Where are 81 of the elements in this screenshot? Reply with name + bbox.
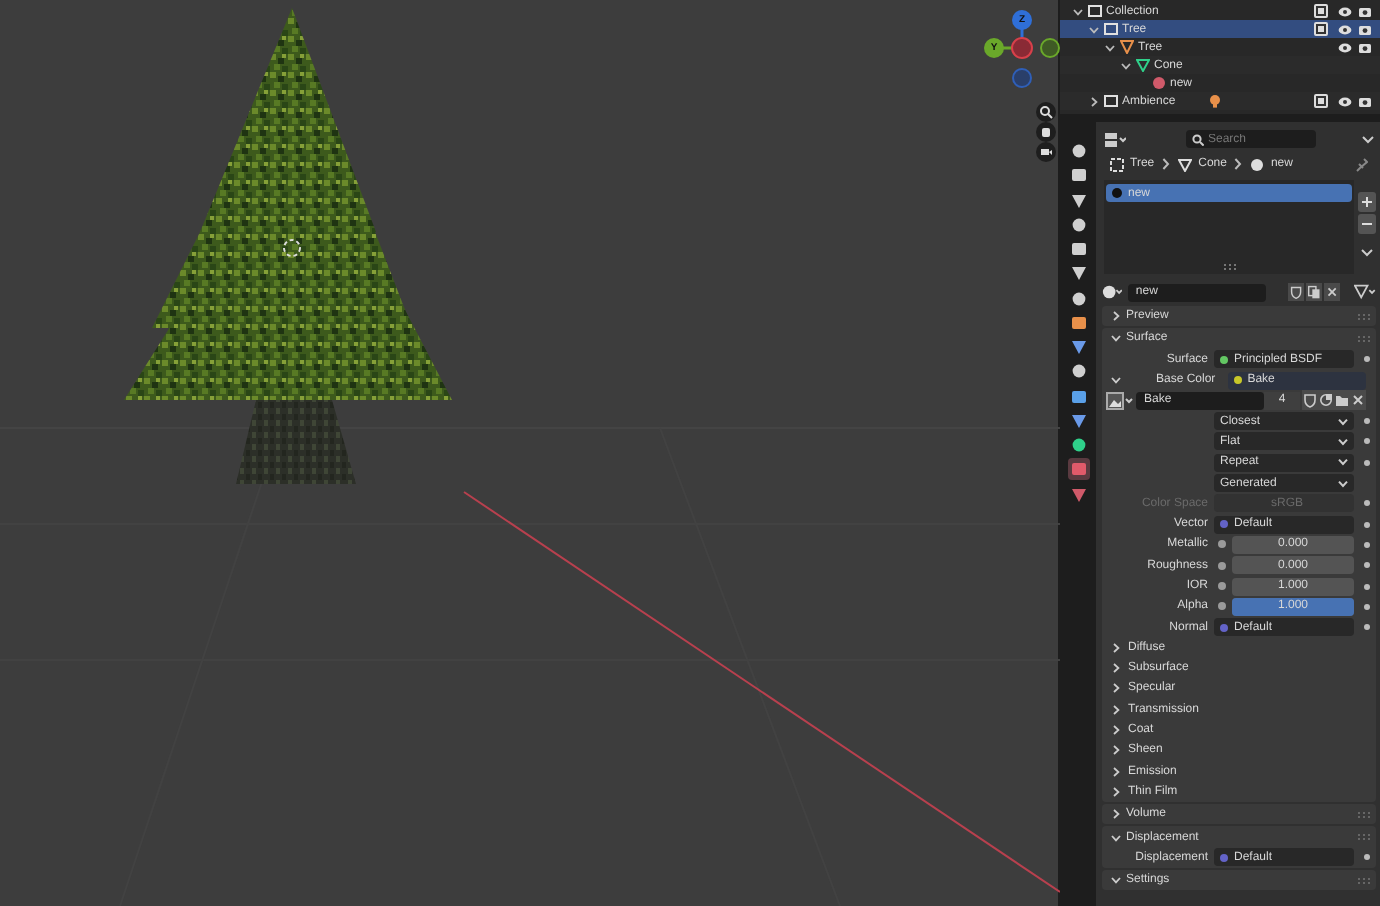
camera-icon[interactable] xyxy=(1358,95,1372,107)
keyframe-dot-icon[interactable] xyxy=(1364,418,1370,425)
light-bulb-icon[interactable] xyxy=(1207,94,1222,108)
keyframe-dot-icon[interactable] xyxy=(1364,562,1370,569)
property-tab-icon[interactable] xyxy=(1067,311,1089,334)
new-image-icon[interactable] xyxy=(1318,390,1334,411)
dashed-square-icon xyxy=(1110,157,1124,171)
material-sphere-icon[interactable] xyxy=(1102,284,1122,300)
close-icon[interactable] xyxy=(1324,282,1341,302)
chevron-right-icon xyxy=(1234,158,1243,170)
property-tab-icon[interactable] xyxy=(1067,409,1089,432)
socket-dot-icon xyxy=(1218,561,1226,570)
shield-icon[interactable] xyxy=(1287,282,1304,302)
disclosure-icon[interactable] xyxy=(1088,23,1100,35)
property-tab-icon[interactable] xyxy=(1067,385,1089,407)
socket-dot-icon xyxy=(1218,540,1226,549)
keyframe-dot-icon[interactable] xyxy=(1364,624,1370,631)
property-tab-icon[interactable] xyxy=(1067,140,1089,162)
box-icon xyxy=(1104,94,1118,108)
chevron-right-icon xyxy=(1162,158,1171,170)
disclosure-icon xyxy=(1110,874,1122,887)
node-tree-icon[interactable] xyxy=(1354,284,1376,300)
keyframe-dot-icon[interactable] xyxy=(1364,541,1370,548)
disclosure-icon[interactable] xyxy=(1088,95,1100,107)
eye-icon[interactable] xyxy=(1338,95,1352,107)
keyframe-dot-icon[interactable] xyxy=(1364,438,1370,445)
3d-cursor-icon[interactable] xyxy=(283,239,301,257)
checkbox[interactable] xyxy=(1314,4,1328,18)
chevron-down-icon xyxy=(1338,417,1348,426)
chevron-down-icon xyxy=(1338,437,1348,446)
keyframe-dot-icon[interactable] xyxy=(1364,500,1370,507)
sphere-icon xyxy=(1152,76,1166,90)
triangle-icon xyxy=(1178,157,1193,171)
camera-icon[interactable] xyxy=(1358,23,1372,35)
keyframe-dot-icon[interactable] xyxy=(1364,854,1370,861)
camera-icon[interactable] xyxy=(1358,41,1372,53)
disclosure-icon[interactable] xyxy=(1120,59,1132,71)
duplicate-icon[interactable] xyxy=(1305,282,1323,302)
chevron-down-icon xyxy=(1338,479,1348,488)
property-tab-icon[interactable] xyxy=(1067,458,1089,481)
search-icon xyxy=(1192,133,1204,145)
property-tab-icon[interactable] xyxy=(1067,262,1089,285)
editor-type-icon[interactable] xyxy=(1104,131,1126,147)
property-tab-icon[interactable] xyxy=(1067,164,1089,187)
chevron-down-icon xyxy=(1338,458,1348,467)
eye-icon[interactable] xyxy=(1338,5,1352,17)
property-tab-icon[interactable] xyxy=(1067,189,1089,211)
keyframe-dot-icon[interactable] xyxy=(1364,583,1370,589)
disclosure-icon[interactable] xyxy=(1110,374,1122,387)
property-tab-icon[interactable] xyxy=(1067,336,1089,358)
camera-icon[interactable] xyxy=(1358,5,1372,17)
disclosure-icon[interactable] xyxy=(1072,5,1084,17)
eye-icon[interactable] xyxy=(1338,41,1352,53)
keyframe-dot-icon[interactable] xyxy=(1364,521,1370,528)
property-tab-icon[interactable] xyxy=(1067,360,1089,383)
camera-icon[interactable] xyxy=(1036,142,1056,162)
box-icon xyxy=(1088,4,1102,18)
keyframe-dot-icon[interactable] xyxy=(1364,459,1370,466)
add-icon[interactable] xyxy=(1358,192,1376,212)
zoom-icon[interactable] xyxy=(1036,102,1056,122)
folder-icon[interactable] xyxy=(1334,390,1350,411)
checkbox[interactable] xyxy=(1314,22,1328,36)
property-tab-icon[interactable] xyxy=(1067,213,1089,236)
close-icon[interactable] xyxy=(1350,390,1366,411)
socket-dot-icon xyxy=(1218,582,1226,590)
property-tab-icon[interactable] xyxy=(1067,434,1089,456)
disclosure-icon[interactable] xyxy=(1104,41,1116,53)
sphere-icon xyxy=(1250,157,1265,171)
checkbox[interactable] xyxy=(1314,94,1328,108)
eye-icon[interactable] xyxy=(1338,23,1352,35)
property-tab-icon[interactable] xyxy=(1067,287,1089,309)
remove-icon[interactable] xyxy=(1358,214,1376,234)
keyframe-dot-icon[interactable] xyxy=(1364,356,1370,363)
property-tab-icon[interactable] xyxy=(1067,238,1089,260)
chevron-down-icon[interactable] xyxy=(1358,244,1376,260)
image-icon[interactable] xyxy=(1106,391,1134,410)
socket-dot-icon xyxy=(1218,602,1226,611)
box-icon xyxy=(1104,22,1118,36)
shield-icon[interactable] xyxy=(1302,390,1318,411)
pin-icon[interactable] xyxy=(1356,157,1368,171)
keyframe-dot-icon[interactable] xyxy=(1364,603,1370,610)
